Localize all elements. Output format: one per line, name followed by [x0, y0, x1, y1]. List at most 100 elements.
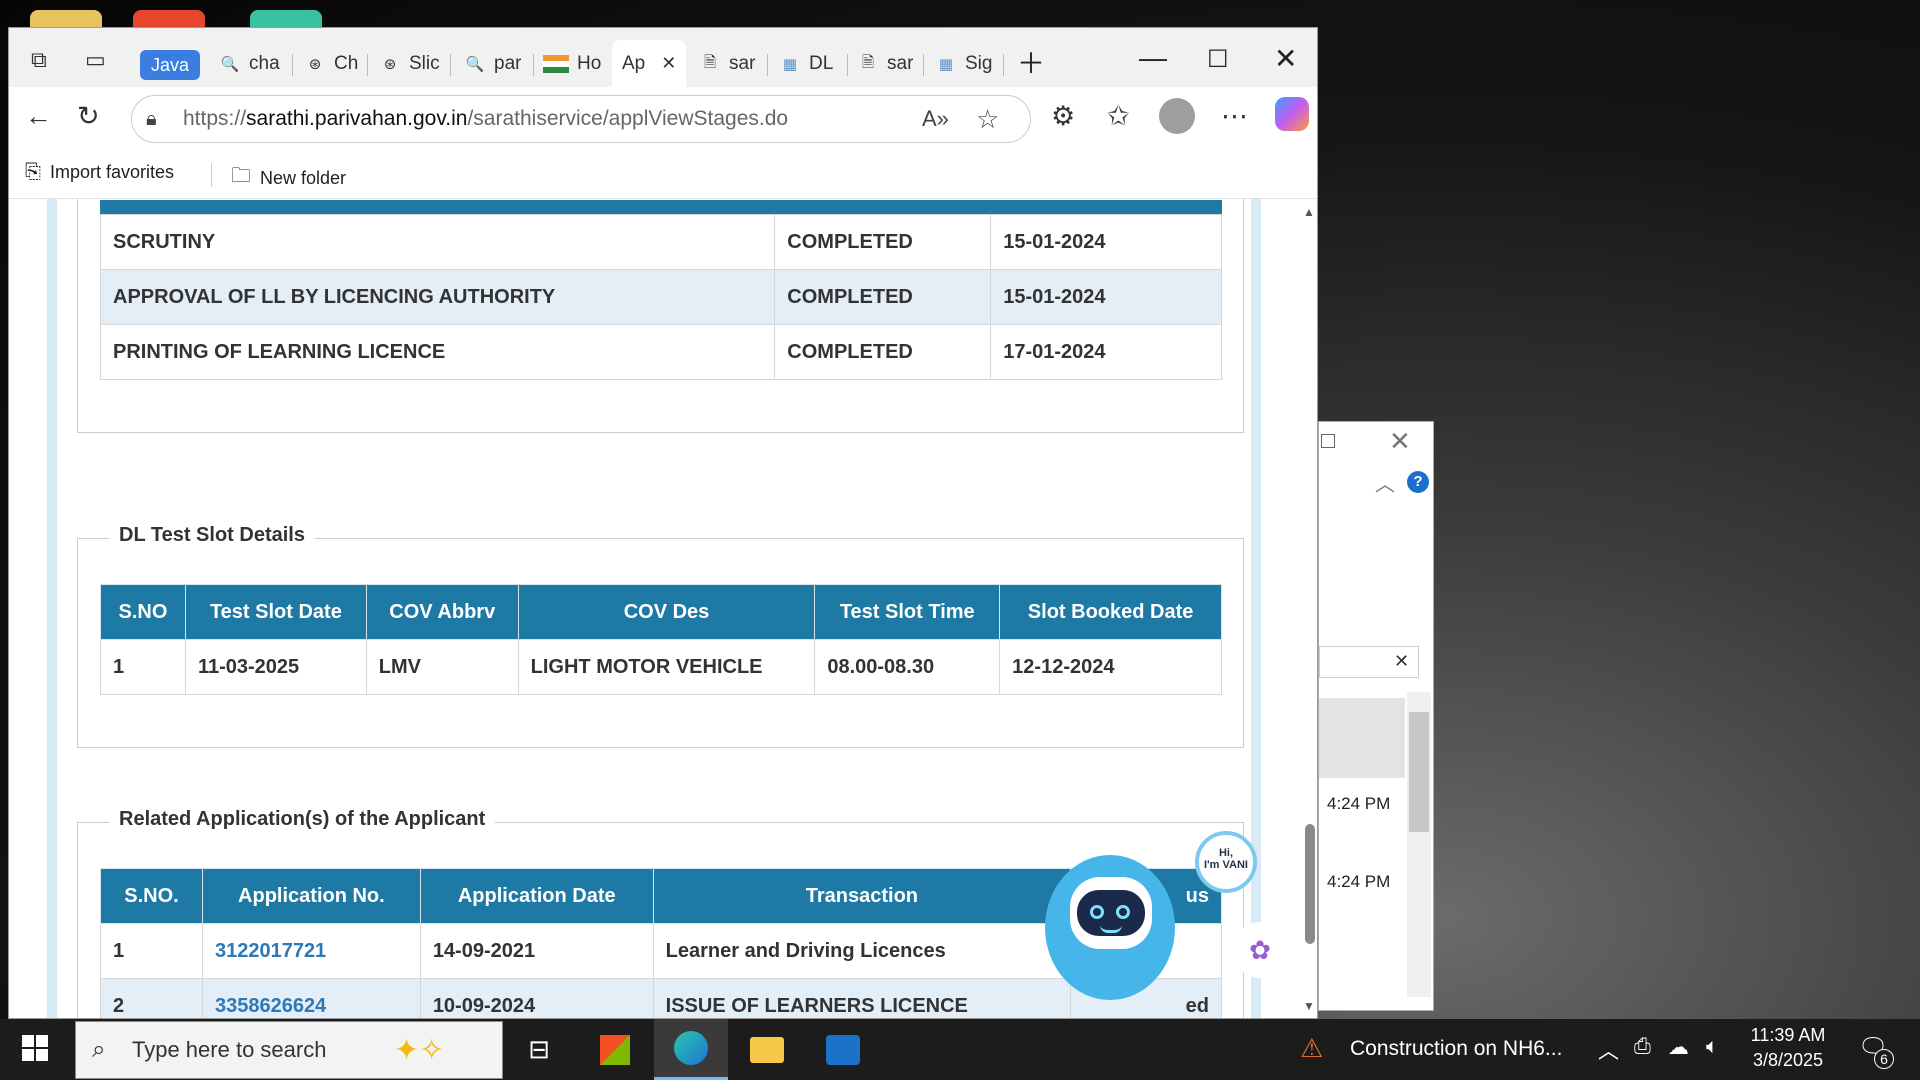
tab-chat[interactable]: 🔍 cha	[219, 46, 280, 82]
import-icon: ⎘	[25, 161, 41, 183]
refresh-button[interactable]: ↻	[77, 101, 100, 132]
notification-count-badge: 6	[1874, 1049, 1894, 1069]
stage-status: COMPLETED	[774, 214, 992, 270]
show-hidden-icons[interactable]: ︿	[1598, 1035, 1619, 1065]
tab-slides[interactable]: ⊛ Slic	[379, 46, 440, 82]
news-ticker[interactable]: Construction on NH6...	[1350, 1037, 1562, 1061]
column-header: S.NO	[100, 584, 186, 640]
maximize-icon[interactable]	[1321, 434, 1335, 448]
vani-greeting-bubble[interactable]: Hi, I'm VANI	[1195, 831, 1257, 893]
onedrive-icon[interactable]: ☁	[1668, 1035, 1689, 1060]
extensions-icon[interactable]: ⚙	[1051, 101, 1075, 132]
scrollbar[interactable]	[1407, 692, 1431, 997]
more-options-icon[interactable]: ⋯	[1221, 101, 1248, 132]
address-bar[interactable]: 🔒︎ https://sarathi.parivahan.gov.in/sara…	[131, 95, 1031, 143]
brain-icon[interactable]: ✿	[1232, 922, 1288, 978]
transaction: ISSUE OF LEARNERS LICENCE	[652, 978, 1072, 1018]
background-window: ✕ ︿ ? ✕ 4:24 PM 4:24 PM	[1318, 421, 1434, 1011]
column-header: COV Abbrv	[365, 584, 519, 640]
scroll-down-icon[interactable]: ▼	[1303, 999, 1315, 1013]
file-explorer-icon[interactable]	[730, 1019, 804, 1080]
stage-name: PRINTING OF LEARNING LICENCE	[99, 324, 776, 380]
taskbar-search-box[interactable]: ⌕ Type here to search ✦✧	[75, 1021, 503, 1079]
clock[interactable]: 11:39 AM 3/8/2025	[1748, 1025, 1828, 1071]
column-header: Slot Booked Date	[999, 584, 1222, 640]
app-sno: 1	[100, 923, 203, 979]
sarathi-icon: ▦	[938, 56, 954, 73]
section-title: Related Application(s) of the Applicant	[109, 808, 496, 831]
tab-sign[interactable]: ▦ Sig	[935, 46, 993, 82]
maximize-button[interactable]: ☐	[1207, 45, 1229, 74]
navigation-toolbar: ← ↻ 🔒︎ https://sarathi.parivahan.gov.in/…	[9, 87, 1317, 149]
stage-name: SCRUTINY	[99, 214, 776, 270]
search-icon: 🔍	[220, 56, 240, 73]
column-header: Application Date	[419, 868, 654, 924]
new-tab-button[interactable]: ＋	[1017, 42, 1045, 82]
close-window-button[interactable]: ✕	[1274, 42, 1297, 75]
windows-start-icon[interactable]	[22, 1035, 48, 1061]
tab-application-stages[interactable]: Ap ✕	[612, 40, 686, 87]
tab-sarathi-2[interactable]: 🗎 sar	[857, 46, 913, 82]
column-header: COV Des	[517, 584, 816, 640]
application-link[interactable]: 3122017721	[215, 940, 326, 962]
tab-dl[interactable]: ▦ DL	[779, 46, 833, 82]
favorite-star-icon[interactable]: ☆	[976, 104, 999, 135]
news-weather-icon[interactable]: ⚠	[1300, 1033, 1323, 1064]
stage-status: COMPLETED	[774, 269, 992, 325]
device-icon[interactable]: ⎙	[1634, 1035, 1651, 1059]
read-aloud-icon[interactable]: A»	[922, 106, 949, 132]
copilot-icon[interactable]	[1275, 97, 1309, 131]
desktop-icon-app[interactable]	[250, 10, 322, 28]
table-row: APPROVAL OF LL BY LICENCING AUTHORITY CO…	[99, 269, 1222, 325]
lock-icon[interactable]: 🔒︎	[146, 108, 157, 131]
task-view-icon[interactable]: ⊟	[502, 1019, 576, 1080]
section-title: DL Test Slot Details	[109, 524, 315, 547]
side-search-field[interactable]: ✕	[1319, 646, 1419, 678]
search-icon: 🔍	[465, 56, 485, 73]
cov-des: LIGHT MOTOR VEHICLE	[517, 639, 816, 695]
close-icon[interactable]: ✕	[1389, 426, 1411, 457]
folder-icon: 🗀	[231, 165, 251, 187]
slot-booked-date: 12-12-2024	[999, 639, 1222, 695]
tab-home[interactable]: Ho	[543, 46, 601, 82]
transaction: Learner and Driving Licences	[652, 923, 1072, 979]
help-icon[interactable]: ?	[1407, 471, 1429, 493]
application-date: 14-09-2021	[419, 923, 654, 979]
taskbar: ⌕ Type here to search ✦✧ ⊟ ⚠ Constructio…	[0, 1019, 1920, 1080]
stages-table: SCRUTINY COMPLETED 15-01-2024 APPROVAL O…	[99, 214, 1222, 380]
page-scrollbar[interactable]: ▲ ▼	[1299, 199, 1317, 1018]
workspaces-icon[interactable]: ⧉	[31, 42, 47, 78]
selected-item[interactable]	[1319, 698, 1405, 778]
stage-date: 17-01-2024	[990, 324, 1222, 380]
tab-java[interactable]: Java	[140, 50, 200, 80]
new-folder[interactable]: 🗀 New folder	[231, 161, 346, 195]
document-icon: 🗎	[703, 53, 717, 71]
slot-date: 11-03-2025	[184, 639, 367, 695]
tab-chatgpt[interactable]: ⊛ Ch	[304, 46, 359, 82]
tab-search[interactable]: 🔍 par	[464, 46, 522, 82]
chatgpt-icon: ⊛	[308, 56, 322, 73]
favorites-bar: ⎘ Import favorites 🗀 New folder	[9, 149, 1317, 199]
close-tab-icon[interactable]: ✕	[661, 53, 676, 74]
application-link[interactable]: 3358626624	[215, 995, 326, 1017]
minimize-button[interactable]: —	[1139, 42, 1167, 74]
profile-avatar[interactable]	[1159, 98, 1195, 134]
close-icon[interactable]: ✕	[1394, 651, 1409, 672]
chevron-up-icon[interactable]: ︿	[1375, 468, 1395, 497]
desktop-icon-app[interactable]	[133, 10, 205, 28]
column-header: Test Slot Time	[814, 584, 1001, 640]
outlook-icon[interactable]	[806, 1019, 880, 1080]
back-button[interactable]: ←	[25, 101, 52, 132]
tab-actions-icon[interactable]: ▭	[85, 42, 106, 78]
import-favorites[interactable]: ⎘ Import favorites	[25, 161, 174, 184]
url-text[interactable]: https://sarathi.parivahan.gov.in/sarathi…	[183, 107, 788, 131]
tab-sarathi[interactable]: 🗎 sar	[699, 46, 755, 82]
store-app-icon[interactable]	[578, 1019, 652, 1080]
scroll-up-icon[interactable]: ▲	[1303, 205, 1315, 219]
desktop-icon-folder[interactable]	[30, 10, 102, 28]
scrollbar-thumb[interactable]	[1305, 824, 1315, 944]
volume-icon[interactable]: 🔈︎	[1706, 1035, 1719, 1059]
edge-browser-icon[interactable]	[654, 1019, 728, 1080]
document-icon: 🗎	[861, 53, 875, 71]
favorites-icon[interactable]: ✩	[1107, 101, 1130, 132]
